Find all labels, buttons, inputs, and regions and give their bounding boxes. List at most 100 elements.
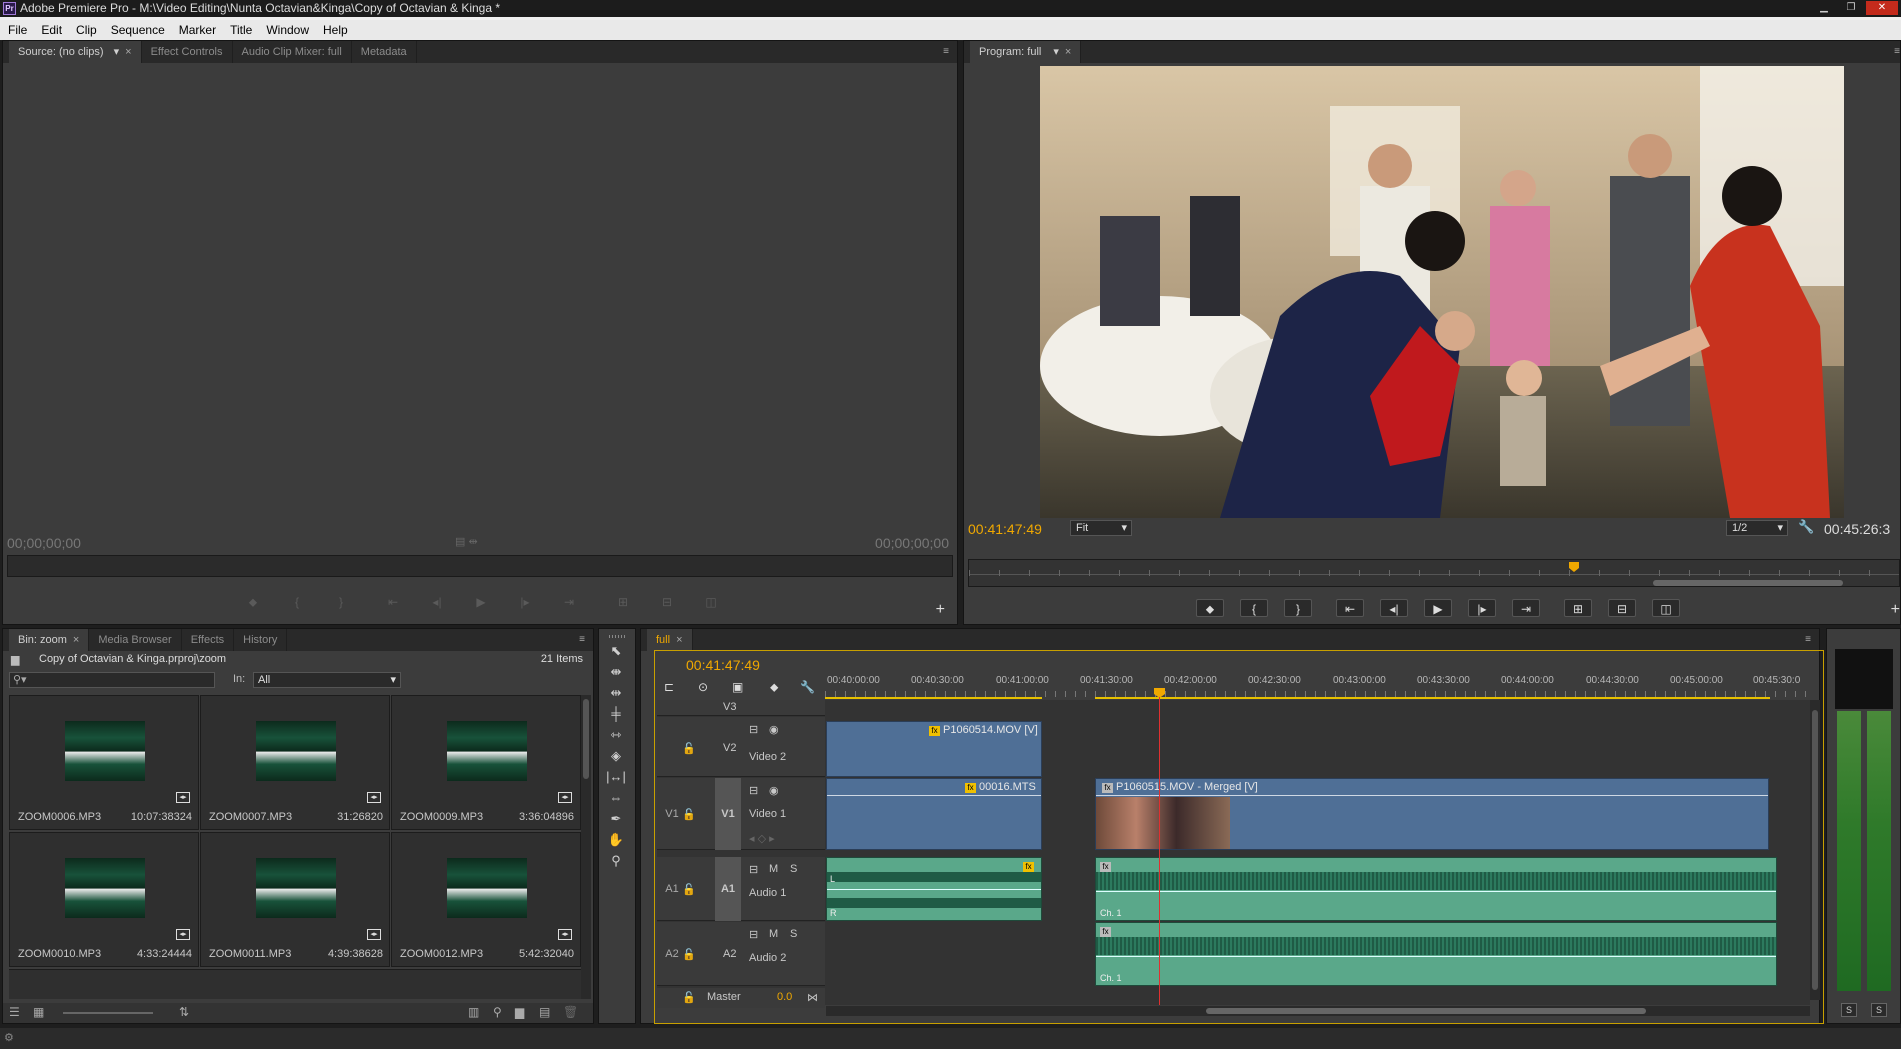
menu-help[interactable]: Help	[323, 23, 348, 37]
source-step-forward-icon[interactable]: |▸	[511, 593, 539, 611]
clear-icon[interactable]: 🗑	[563, 1005, 578, 1019]
menu-file[interactable]: File	[8, 23, 27, 37]
ripple-edit-tool-icon[interactable]: ⇹	[605, 684, 627, 702]
linked-selection-icon[interactable]: ⊙	[698, 680, 708, 694]
new-item-icon[interactable]: ▤	[539, 1005, 550, 1019]
tab-metadata[interactable]: Metadata	[352, 41, 417, 63]
tab-audio-clip-mixer[interactable]: Audio Clip Mixer: full	[233, 41, 352, 63]
source-export-frame-icon[interactable]: ◫	[697, 593, 725, 611]
lock-icon[interactable]: 🔓	[682, 742, 696, 755]
clip-a2-merged[interactable]: fx Ch. 1	[1095, 922, 1777, 986]
work-area-bar[interactable]	[825, 697, 1042, 699]
work-area-bar[interactable]	[1095, 697, 1770, 699]
source-mark-out-icon[interactable]: }	[327, 593, 355, 611]
close-tab-icon[interactable]: ×	[1065, 46, 1071, 58]
selection-tool-icon[interactable]: ⬉	[605, 642, 627, 660]
solo-left-button[interactable]: S	[1841, 1003, 1857, 1017]
tab-history[interactable]: History	[234, 629, 288, 651]
program-step-forward-icon[interactable]: |▸	[1468, 599, 1496, 617]
find-icon[interactable]: ⚲	[493, 1005, 502, 1019]
close-tab-icon[interactable]: ×	[125, 46, 131, 58]
razor-tool-icon[interactable]: ◈	[605, 747, 627, 765]
program-current-timecode[interactable]: 00:41:47:49	[968, 521, 1042, 537]
panel-menu-icon[interactable]: ≡	[1805, 634, 1811, 645]
program-mark-out-icon[interactable]: }	[1284, 599, 1312, 617]
program-lift-icon[interactable]: ⊞	[1564, 599, 1592, 617]
program-go-to-in-icon[interactable]: ⇤	[1336, 599, 1364, 617]
source-step-back-icon[interactable]: ◂|	[423, 593, 451, 611]
program-scrub-bar[interactable]	[968, 559, 1900, 587]
keyframe-nav-icon[interactable]: ◂ ◇ ▸	[749, 832, 775, 845]
slip-tool-icon[interactable]: |↔|	[605, 768, 627, 786]
slide-tool-icon[interactable]: ⇔	[605, 789, 627, 807]
mute-button[interactable]: M	[769, 863, 778, 875]
solo-button[interactable]: S	[790, 863, 797, 875]
menu-edit[interactable]: Edit	[41, 23, 62, 37]
solo-button[interactable]: S	[790, 928, 797, 940]
toggle-sync-icon[interactable]: ⊟	[749, 784, 758, 797]
clip-v1-mts[interactable]: fx 00016.MTS	[826, 778, 1042, 850]
program-zoom-scrollbar[interactable]	[1653, 580, 1843, 586]
sort-icon[interactable]: ⇅	[179, 1005, 189, 1019]
program-add-marker-icon[interactable]: ⬥	[1196, 599, 1224, 617]
minimize-icon[interactable]: ▁	[1813, 1, 1835, 15]
program-play-icon[interactable]: ▶	[1424, 599, 1452, 617]
program-settings-wrench-icon[interactable]: 🔧	[1798, 519, 1814, 535]
panel-menu-icon[interactable]: ≡	[579, 634, 585, 645]
clip-v1-merged[interactable]: fx P1060515.MOV - Merged [V]	[1095, 778, 1769, 850]
source-scrub-bar[interactable]	[7, 555, 953, 577]
timeline-horizontal-scrollbar[interactable]	[826, 1006, 1810, 1016]
toggle-sync-icon[interactable]: ⊟	[749, 723, 758, 736]
bin-item[interactable]: ◂▸ ZOOM0009.MP3 3:36:04896	[391, 695, 581, 830]
tab-source[interactable]: Source: (no clips) ▾ ×	[9, 41, 142, 63]
menu-title[interactable]: Title	[230, 23, 252, 37]
bin-item[interactable]: ◂▸ ZOOM0010.MP3 4:33:24444	[9, 832, 199, 967]
program-export-frame-icon[interactable]: ◫	[1652, 599, 1680, 617]
bin-search-input[interactable]: ⚲▾	[9, 672, 215, 688]
tab-sequence-full[interactable]: full ×	[647, 629, 693, 651]
program-mark-in-icon[interactable]: {	[1240, 599, 1268, 617]
tab-effect-controls[interactable]: Effect Controls	[142, 41, 233, 63]
rolling-edit-tool-icon[interactable]: ╪	[605, 705, 627, 723]
in-filter-select[interactable]: All ▾	[253, 672, 401, 688]
add-marker-icon[interactable]: ⬥	[770, 680, 778, 695]
mute-button[interactable]: M	[769, 928, 778, 940]
rate-stretch-tool-icon[interactable]: ⇿	[605, 726, 627, 744]
tab-program[interactable]: Program: full ▾ ×	[970, 41, 1082, 63]
source-play-icon[interactable]: ▶	[467, 593, 495, 611]
thumbnail-size-slider[interactable]	[63, 1012, 153, 1014]
bin-item[interactable]: ◂▸ ZOOM0011.MP3 4:39:38628	[200, 832, 390, 967]
tab-bin-zoom[interactable]: Bin: zoom ×	[9, 629, 90, 651]
program-step-back-icon[interactable]: ◂|	[1380, 599, 1408, 617]
hand-tool-icon[interactable]: ✋	[605, 831, 627, 849]
timeline-settings-icon[interactable]: 🔧	[800, 680, 815, 694]
bin-item[interactable]: ◂▸ ZOOM0006.MP3 10:07:38324	[9, 695, 199, 830]
tab-media-browser[interactable]: Media Browser	[89, 629, 182, 651]
close-tab-icon[interactable]: ×	[73, 634, 79, 646]
bin-item[interactable]: ◂▸ ZOOM0012.MP3 5:42:32040	[391, 832, 581, 967]
menu-clip[interactable]: Clip	[76, 23, 97, 37]
lock-icon[interactable]: 🔓	[682, 948, 696, 961]
program-go-to-out-icon[interactable]: ⇥	[1512, 599, 1540, 617]
program-zoom-select[interactable]: Fit ▾	[1070, 520, 1132, 536]
track-target-a2[interactable]: A2	[723, 948, 736, 960]
source-timecode-in[interactable]: 00;00;00;00	[7, 535, 81, 551]
program-extract-icon[interactable]: ⊟	[1608, 599, 1636, 617]
icon-view-icon[interactable]: ▦	[33, 1005, 44, 1019]
master-volume-value[interactable]: 0.0	[777, 991, 792, 1003]
close-window-icon[interactable]: ✕	[1866, 1, 1898, 15]
source-overwrite-icon[interactable]: ⊟	[653, 593, 681, 611]
solo-right-button[interactable]: S	[1871, 1003, 1887, 1017]
program-resolution-select[interactable]: 1/2 ▾	[1726, 520, 1788, 536]
source-go-to-in-icon[interactable]: ⇤	[379, 593, 407, 611]
source-settings-icon[interactable]: ▤ ⇹	[455, 535, 478, 548]
zoom-tool-icon[interactable]: ⚲	[605, 852, 627, 870]
snap-icon[interactable]: ⊏	[664, 680, 674, 694]
track-select-tool-icon[interactable]: ⇼	[605, 663, 627, 681]
eye-icon[interactable]: ◉	[769, 723, 779, 736]
eye-icon[interactable]: ◉	[769, 784, 779, 797]
panel-menu-icon[interactable]: ≡	[1894, 46, 1900, 57]
list-view-icon[interactable]: ☰	[9, 1005, 20, 1019]
timeline-vertical-scrollbar[interactable]	[1810, 700, 1820, 1000]
clip-a1-first[interactable]: fx L R	[826, 857, 1042, 921]
